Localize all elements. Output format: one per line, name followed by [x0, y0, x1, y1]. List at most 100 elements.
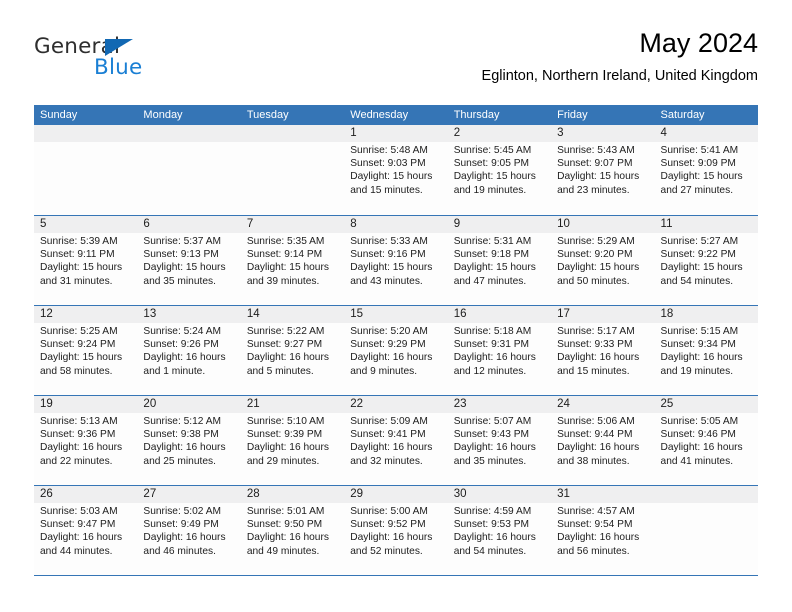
day-detail-line: Sunset: 9:18 PM: [453, 249, 530, 261]
calendar-day-cell[interactable]: 1 Sunrise: 5:48 AM Sunset: 9:03 PM Daylight…: [344, 125, 448, 215]
day-detail-line: Sunset: 9:20 PM: [557, 249, 633, 261]
day-detail-line: and 52 minutes.: [350, 545, 423, 557]
day-detail-line: Sunrise: 5:22 AM: [246, 326, 325, 337]
day-detail-line: Sunrise: 5:24 AM: [143, 326, 222, 337]
calendar-bottom-rule: [34, 575, 758, 576]
weekday-header-monday: Monday: [143, 109, 183, 121]
day-details: Sunrise: 5:22 AM Sunset: 9:27 PM Daylight:…: [241, 323, 344, 378]
day-detail-line: and 50 minutes.: [557, 275, 630, 287]
calendar-day-cell-empty: [137, 125, 241, 215]
day-detail-line: Sunset: 9:49 PM: [143, 519, 219, 531]
calendar-week-row: 5 Sunrise: 5:39 AM Sunset: 9:11 PM Daylight…: [34, 215, 758, 305]
calendar-week-row: 12 Sunrise: 5:25 AM Sunset: 9:24 PM Dayligh…: [34, 305, 758, 395]
calendar-day-cell[interactable]: 9 Sunrise: 5:31 AM Sunset: 9:18 PM Daylight…: [447, 216, 552, 305]
calendar-day-cell[interactable]: 7 Sunrise: 5:35 AM Sunset: 9:14 PM Daylight…: [240, 216, 345, 305]
day-detail-line: Sunset: 9:39 PM: [246, 429, 323, 441]
calendar-day-cell[interactable]: 11 Sunrise: 5:27 AM Sunset: 9:22 PM Dayligh…: [654, 216, 758, 305]
day-detail-line: Sunrise: 5:02 AM: [143, 506, 222, 517]
day-detail-line: Sunset: 9:27 PM: [246, 339, 323, 351]
day-detail-line: and 5 minutes.: [246, 365, 314, 377]
day-detail-line: and 27 minutes.: [660, 184, 734, 196]
day-number: 21: [240, 396, 345, 413]
calendar-day-cell[interactable]: 5 Sunrise: 5:39 AM Sunset: 9:11 PM Daylight…: [34, 216, 138, 305]
weekday-header-sunday: Sunday: [40, 109, 78, 121]
calendar-day-cell[interactable]: 8 Sunrise: 5:33 AM Sunset: 9:16 PM Daylight…: [344, 216, 448, 305]
weekday-header-row: Sunday Monday Tuesday Wednesday Thursday Frid…: [34, 105, 758, 125]
calendar-day-cell[interactable]: 15 Sunrise: 5:20 AM Sunset: 9:29 PM Dayligh…: [344, 306, 448, 395]
day-number: 23: [447, 396, 552, 413]
calendar-day-cell[interactable]: 24 Sunrise: 5:06 AM Sunset: 9:44 PM Dayligh…: [551, 396, 655, 485]
day-detail-line: Daylight: 16 hours: [350, 532, 433, 544]
day-detail-line: Sunrise: 5:48 AM: [350, 145, 428, 156]
day-detail-line: and 9 minutes.: [350, 365, 418, 377]
day-number: 10: [551, 216, 655, 233]
day-detail-line: Sunset: 9:38 PM: [143, 429, 219, 441]
day-detail-line: Sunset: 9:54 PM: [557, 519, 633, 531]
general-blue-logo[interactable]: General Blue: [34, 34, 264, 92]
calendar-day-cell[interactable]: 30 Sunrise: 4:59 AM Sunset: 9:53 PM Dayligh…: [447, 486, 552, 575]
day-number: [34, 125, 138, 142]
day-detail-line: Sunset: 9:46 PM: [660, 429, 736, 441]
day-detail-line: and 25 minutes.: [143, 455, 216, 467]
day-detail-line: Sunset: 9:47 PM: [40, 519, 116, 531]
calendar-day-cell[interactable]: 27 Sunrise: 5:02 AM Sunset: 9:49 PM Dayligh…: [137, 486, 241, 575]
day-details: [655, 503, 758, 505]
day-detail-line: and 1 minute.: [143, 365, 206, 377]
day-detail-line: Sunset: 9:41 PM: [350, 429, 426, 441]
calendar-weeks: 1 Sunrise: 5:48 AM Sunset: 9:03 PM Daylight…: [34, 125, 758, 575]
calendar-day-cell[interactable]: 18 Sunrise: 5:15 AM Sunset: 9:34 PM Dayligh…: [654, 306, 758, 395]
calendar-day-cell[interactable]: 6 Sunrise: 5:37 AM Sunset: 9:13 PM Daylight…: [137, 216, 241, 305]
calendar-day-cell[interactable]: 29 Sunrise: 5:00 AM Sunset: 9:52 PM Dayligh…: [344, 486, 448, 575]
calendar-week-row: 26 Sunrise: 5:03 AM Sunset: 9:47 PM Dayligh…: [34, 485, 758, 575]
day-number: 25: [654, 396, 758, 413]
calendar-day-cell[interactable]: 14 Sunrise: 5:22 AM Sunset: 9:27 PM Dayligh…: [240, 306, 345, 395]
calendar-day-cell[interactable]: 10 Sunrise: 5:29 AM Sunset: 9:20 PM Dayligh…: [551, 216, 655, 305]
day-number: 6: [137, 216, 241, 233]
calendar-day-cell[interactable]: 21 Sunrise: 5:10 AM Sunset: 9:39 PM Dayligh…: [240, 396, 345, 485]
day-number: 15: [344, 306, 448, 323]
day-detail-line: Sunrise: 5:20 AM: [350, 326, 428, 337]
day-detail-line: Daylight: 15 hours: [40, 262, 123, 274]
calendar-day-cell[interactable]: 12 Sunrise: 5:25 AM Sunset: 9:24 PM Dayligh…: [34, 306, 138, 395]
calendar-day-cell[interactable]: 28 Sunrise: 5:01 AM Sunset: 9:50 PM Dayligh…: [240, 486, 345, 575]
day-detail-line: Sunset: 9:13 PM: [143, 249, 219, 261]
calendar-day-cell[interactable]: 3 Sunrise: 5:43 AM Sunset: 9:07 PM Daylight…: [551, 125, 655, 215]
calendar-day-cell[interactable]: 23 Sunrise: 5:07 AM Sunset: 9:43 PM Dayligh…: [447, 396, 552, 485]
calendar-grid: Sunday Monday Tuesday Wednesday Thursday Frid…: [34, 105, 758, 576]
calendar-day-cell-empty: [240, 125, 345, 215]
day-detail-line: Sunset: 9:24 PM: [40, 339, 116, 351]
logo-text-blue: Blue: [94, 55, 143, 80]
day-number: 11: [654, 216, 758, 233]
day-details: Sunrise: 5:12 AM Sunset: 9:38 PM Daylight:…: [137, 413, 240, 468]
day-detail-line: Sunset: 9:36 PM: [40, 429, 116, 441]
day-number: 20: [137, 396, 241, 413]
day-detail-line: Daylight: 15 hours: [350, 262, 433, 274]
day-number: 4: [654, 125, 758, 142]
calendar-day-cell[interactable]: 20 Sunrise: 5:12 AM Sunset: 9:38 PM Dayligh…: [137, 396, 241, 485]
calendar-day-cell[interactable]: 22 Sunrise: 5:09 AM Sunset: 9:41 PM Dayligh…: [344, 396, 448, 485]
day-details: Sunrise: 5:45 AM Sunset: 9:05 PM Daylight:…: [448, 142, 551, 197]
day-detail-line: Sunrise: 5:12 AM: [143, 416, 222, 427]
day-number: 7: [240, 216, 345, 233]
day-detail-line: Sunset: 9:16 PM: [350, 249, 426, 261]
day-details: Sunrise: 5:07 AM Sunset: 9:43 PM Daylight:…: [448, 413, 551, 468]
calendar-day-cell[interactable]: 31 Sunrise: 4:57 AM Sunset: 9:54 PM Dayligh…: [551, 486, 655, 575]
day-details: Sunrise: 5:25 AM Sunset: 9:24 PM Daylight:…: [34, 323, 137, 378]
calendar-day-cell[interactable]: 13 Sunrise: 5:24 AM Sunset: 9:26 PM Dayligh…: [137, 306, 241, 395]
day-detail-line: Daylight: 15 hours: [453, 262, 536, 274]
calendar-week-row: 19 Sunrise: 5:13 AM Sunset: 9:36 PM Dayligh…: [34, 395, 758, 485]
day-detail-line: Sunrise: 5:27 AM: [660, 236, 739, 247]
calendar-day-cell[interactable]: 17 Sunrise: 5:17 AM Sunset: 9:33 PM Dayligh…: [551, 306, 655, 395]
day-detail-line: Daylight: 15 hours: [557, 171, 640, 183]
calendar-day-cell[interactable]: 2 Sunrise: 5:45 AM Sunset: 9:05 PM Daylight…: [447, 125, 552, 215]
calendar-day-cell[interactable]: 4 Sunrise: 5:41 AM Sunset: 9:09 PM Daylight…: [654, 125, 758, 215]
calendar-day-cell[interactable]: 26 Sunrise: 5:03 AM Sunset: 9:47 PM Dayligh…: [34, 486, 138, 575]
calendar-day-cell[interactable]: 19 Sunrise: 5:13 AM Sunset: 9:36 PM Dayligh…: [34, 396, 138, 485]
day-details: Sunrise: 5:39 AM Sunset: 9:11 PM Daylight:…: [34, 233, 137, 288]
calendar-day-cell[interactable]: 16 Sunrise: 5:18 AM Sunset: 9:31 PM Dayligh…: [447, 306, 552, 395]
calendar-day-cell[interactable]: 25 Sunrise: 5:05 AM Sunset: 9:46 PM Dayligh…: [654, 396, 758, 485]
calendar-day-cell-empty: [654, 486, 758, 575]
day-detail-line: and 35 minutes.: [453, 455, 527, 467]
day-number: 17: [551, 306, 655, 323]
day-details: Sunrise: 5:18 AM Sunset: 9:31 PM Daylight:…: [448, 323, 551, 378]
